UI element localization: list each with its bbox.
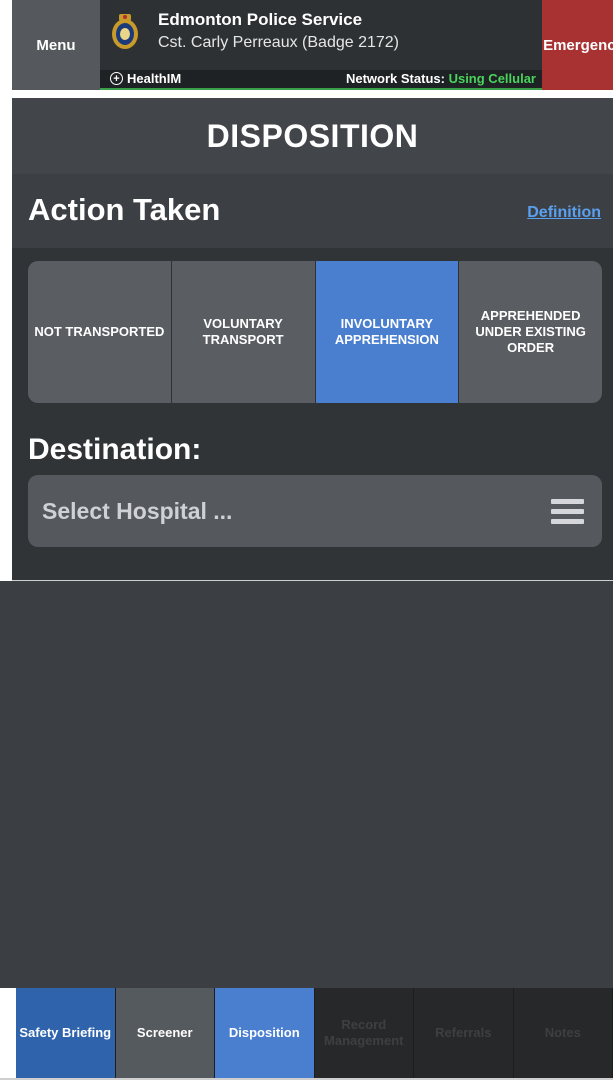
police-crest-icon [112,14,138,49]
action-not-transported[interactable]: NOT TRANSPORTED [28,261,172,403]
action-voluntary-transport[interactable]: VOLUNTARY TRANSPORT [172,261,316,403]
officer-name: Cst. Carly Perreaux (Badge 2172) [158,34,399,51]
menu-button[interactable]: Menu [12,0,101,90]
healthim-icon: + [110,72,123,85]
emergency-button[interactable]: Emergency [542,0,613,90]
tab-referrals: Referrals [414,988,514,1078]
status-bar: + HealthIM Network Status: Using Cellula… [100,70,542,90]
action-involuntary-apprehension[interactable]: INVOLUNTARY APPREHENSION [315,261,460,403]
agency-name: Edmonton Police Service [158,10,363,29]
action-area: NOT TRANSPORTED VOLUNTARY TRANSPORT INVO… [12,248,613,580]
network-status: Network Status: Using Cellular [346,71,536,86]
tab-screener[interactable]: Screener [115,988,215,1078]
tab-notes: Notes [513,988,613,1078]
action-options: NOT TRANSPORTED VOLUNTARY TRANSPORT INVO… [28,261,602,403]
healthim-logo: + HealthIM [110,71,181,86]
hospital-select[interactable]: Select Hospital ... [28,475,602,547]
page-title-bar: DISPOSITION [12,98,613,175]
destination-label: Destination: [28,433,202,466]
page-title: DISPOSITION [206,117,419,154]
tab-disposition[interactable]: Disposition [215,988,315,1078]
hospital-select-placeholder: Select Hospital ... [42,498,233,524]
disposition-panel: DISPOSITION Action Taken Definition NOT … [12,98,613,581]
hamburger-menu-icon [551,499,584,525]
action-apprehended-existing-order[interactable]: APPREHENDED UNDER EXISTING ORDER [459,261,602,403]
app-name: HealthIM [127,71,182,86]
tab-record-management: Record Management [314,988,414,1078]
agency-info: Edmonton Police Service Cst. Carly Perre… [100,0,542,70]
definition-link[interactable]: Definition [527,204,601,222]
content-empty-area [0,581,613,988]
network-label: Network Status: [345,71,445,86]
action-taken-title: Action Taken [28,192,221,227]
app-header: Menu Edmonton Police Service Cst. Carly … [12,0,613,90]
bottom-tab-bar: Safety Briefing Screener Disposition Rec… [16,988,613,1080]
tab-safety-briefing[interactable]: Safety Briefing [16,988,116,1078]
network-value: Using Cellular [448,71,536,86]
action-section-header: Action Taken Definition [12,174,613,248]
